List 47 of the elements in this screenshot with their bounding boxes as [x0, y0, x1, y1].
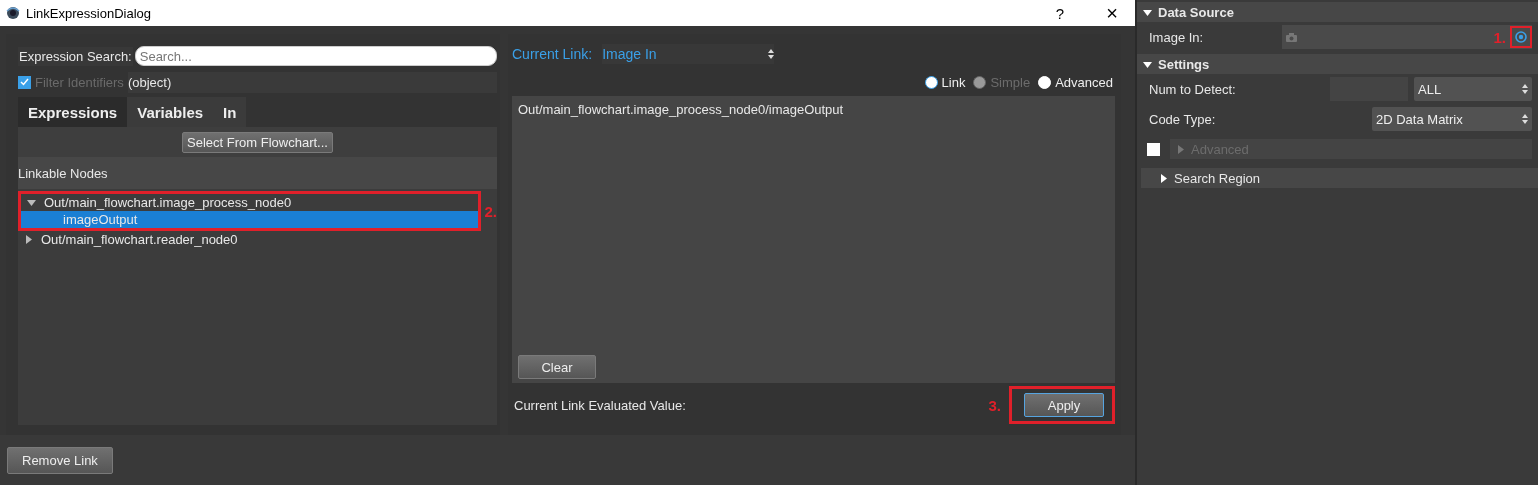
checkbox[interactable]	[18, 75, 31, 89]
search-field[interactable]: Search...	[134, 46, 497, 66]
current-link-label: Current Link:	[512, 46, 593, 62]
tree-item[interactable]: imageOutput	[21, 211, 479, 228]
current-link-dropdown[interactable]: Image In	[602, 44, 775, 64]
tab[interactable]: In	[213, 97, 247, 127]
link-target-icon[interactable]	[1515, 31, 1527, 43]
window-title: LinkExpressionDialog	[26, 5, 152, 21]
step-number: 3.	[988, 396, 1001, 414]
section-header[interactable]: Data Source	[1137, 2, 1538, 22]
camera-icon	[1286, 32, 1297, 42]
tree-item[interactable]: Out/main_flowchart.image_process_node0	[21, 194, 479, 211]
evaluated-value-label: Current Link Evaluated Value:	[514, 397, 687, 413]
expression-text: Out/main_flowchart.image_process_node0/imageOutput	[518, 102, 845, 117]
radio-button[interactable]: Link	[922, 74, 968, 90]
expression-editor[interactable]: Out/main_flowchart.image_process_node0/imageOutput Clear	[512, 96, 1115, 383]
tab[interactable]: Variables	[127, 97, 214, 127]
section-header[interactable]: Search Region	[1141, 168, 1538, 188]
updown-icon	[1522, 114, 1528, 124]
select-from-flowchart-button[interactable]: Select From Flowchart...	[182, 131, 333, 153]
clear-button[interactable]: Clear	[518, 355, 596, 379]
field-label: Image In:	[1149, 29, 1205, 45]
updown-icon	[1522, 84, 1528, 94]
apply-button[interactable]: Apply	[1024, 393, 1104, 417]
count-dropdown[interactable]: ALL	[1414, 77, 1532, 101]
remove-link-button[interactable]: Remove Link	[7, 446, 113, 474]
updown-icon	[768, 49, 775, 59]
type-text: (object)	[127, 71, 497, 93]
section-header[interactable]: Settings	[1137, 54, 1538, 74]
tab[interactable]: Expressions	[18, 97, 128, 127]
expander-icon[interactable]	[1143, 7, 1152, 17]
app-logo-icon	[6, 6, 20, 20]
step-number: 1.	[1493, 28, 1506, 46]
close-button[interactable]: ×	[1089, 0, 1135, 26]
step-number: 2.	[484, 202, 497, 220]
help-button[interactable]: ?	[1037, 0, 1083, 26]
expander-icon[interactable]	[1143, 59, 1152, 69]
field-label: Code Type:	[1149, 111, 1217, 127]
expander-icon[interactable]	[1159, 173, 1168, 183]
radio-button[interactable]: Advanced	[1036, 74, 1115, 90]
search-label: Expression Search:	[18, 46, 133, 66]
tree-item[interactable]: Out/main_flowchart.reader_node0	[18, 231, 497, 248]
section-label: Linkable Nodes	[18, 165, 108, 181]
field-label: Num to Detect:	[1149, 81, 1237, 97]
expander-icon[interactable]	[24, 235, 33, 244]
code-type-dropdown[interactable]: 2D Data Matrix	[1372, 107, 1532, 131]
expander-icon[interactable]	[27, 198, 36, 207]
